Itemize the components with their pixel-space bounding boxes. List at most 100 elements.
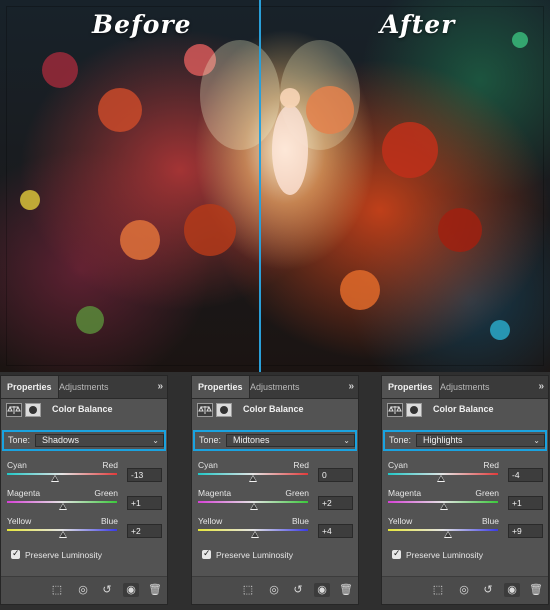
- chevron-down-icon: ⌄: [533, 436, 540, 445]
- tab-adjustments[interactable]: Adjustments: [53, 376, 115, 398]
- preserve-luminosity-checkbox[interactable]: [202, 548, 211, 559]
- adjustment-title: Color Balance: [243, 404, 304, 414]
- slider-value-field[interactable]: -13: [127, 468, 162, 482]
- slider-right-label: Green: [285, 488, 309, 498]
- tone-label: Tone:: [389, 435, 412, 445]
- tab-adjustments[interactable]: Adjustments: [244, 376, 306, 398]
- view-previous-state-icon[interactable]: ◎: [266, 583, 282, 597]
- clip-to-layer-icon[interactable]: ⬚: [430, 583, 446, 597]
- slider-value-field[interactable]: +2: [127, 524, 162, 538]
- properties-panel-midtones: Properties Adjustments » Color Balance T…: [191, 375, 359, 605]
- yellow-blue-slider[interactable]: Yellow Blue +2: [7, 516, 163, 544]
- adjustment-header: Color Balance: [6, 403, 162, 419]
- slider-right-label: Green: [94, 488, 118, 498]
- slider-thumb[interactable]: [50, 475, 59, 482]
- magenta-green-slider[interactable]: Magenta Green +2: [198, 488, 354, 516]
- panel-menu-icon[interactable]: »: [538, 376, 544, 398]
- slider-thumb[interactable]: [58, 503, 67, 510]
- cyan-red-slider[interactable]: Cyan Red -13: [7, 460, 163, 488]
- slider-right-label: Red: [102, 460, 118, 470]
- slider-value-field[interactable]: +2: [318, 496, 353, 510]
- tone-label: Tone:: [8, 435, 31, 445]
- slider-value-field[interactable]: +4: [318, 524, 353, 538]
- panel-footer: ⬚ ◎ ↺ ◉ 🗑: [382, 576, 548, 604]
- balance-scale-icon: [197, 403, 213, 417]
- preserve-luminosity-label: Preserve Luminosity: [25, 550, 103, 560]
- adjustment-title: Color Balance: [433, 404, 494, 414]
- tone-select[interactable]: Shadows ⌄: [35, 434, 164, 447]
- slider-value-field[interactable]: +1: [508, 496, 543, 510]
- tone-row: Tone: Midtones ⌄: [193, 430, 357, 451]
- comparison-divider: [259, 0, 261, 372]
- tone-select[interactable]: Midtones ⌄: [226, 434, 355, 447]
- tone-row: Tone: Highlights ⌄: [383, 430, 547, 451]
- preserve-luminosity-checkbox[interactable]: [11, 548, 20, 559]
- adjustment-title: Color Balance: [52, 404, 113, 414]
- panel-menu-icon[interactable]: »: [348, 376, 354, 398]
- view-previous-state-icon[interactable]: ◎: [456, 583, 472, 597]
- visibility-eye-icon[interactable]: ◉: [314, 583, 330, 597]
- slider-value-field[interactable]: +9: [508, 524, 543, 538]
- slider-left-label: Yellow: [198, 516, 223, 526]
- reset-icon[interactable]: ↺: [290, 583, 306, 597]
- panel-tabs: Properties Adjustments »: [192, 376, 358, 399]
- tone-value: Highlights: [423, 435, 463, 445]
- layer-mask-icon[interactable]: [216, 403, 232, 417]
- before-after-photo: Before After: [0, 0, 550, 372]
- slider-thumb[interactable]: [249, 475, 257, 482]
- tone-select[interactable]: Highlights ⌄: [416, 434, 545, 447]
- tab-properties[interactable]: Properties: [1, 376, 59, 398]
- yellow-blue-slider[interactable]: Yellow Blue +9: [388, 516, 544, 544]
- cyan-red-slider[interactable]: Cyan Red 0: [198, 460, 354, 488]
- layer-mask-icon[interactable]: [25, 403, 41, 417]
- slider-right-label: Red: [293, 460, 309, 470]
- slider-right-label: Green: [475, 488, 499, 498]
- trash-icon[interactable]: 🗑: [147, 583, 163, 597]
- tab-adjustments[interactable]: Adjustments: [434, 376, 496, 398]
- visibility-eye-icon[interactable]: ◉: [123, 583, 139, 597]
- tab-properties[interactable]: Properties: [382, 376, 440, 398]
- visibility-eye-icon[interactable]: ◉: [504, 583, 520, 597]
- slider-left-label: Magenta: [7, 488, 41, 498]
- slider-left-label: Magenta: [198, 488, 232, 498]
- clip-to-layer-icon[interactable]: ⬚: [240, 583, 256, 597]
- slider-right-label: Blue: [481, 516, 499, 526]
- preserve-luminosity-checkbox[interactable]: [392, 548, 401, 559]
- slider-thumb[interactable]: [436, 475, 445, 482]
- slider-left-label: Yellow: [388, 516, 413, 526]
- slider-right-label: Red: [483, 460, 499, 470]
- slider-thumb[interactable]: [443, 531, 452, 538]
- adjustment-header: Color Balance: [387, 403, 543, 419]
- slider-value-field[interactable]: 0: [318, 468, 353, 482]
- panel-menu-icon[interactable]: »: [157, 376, 163, 398]
- chevron-down-icon: ⌄: [343, 436, 350, 445]
- tab-properties[interactable]: Properties: [192, 376, 250, 398]
- slider-left-label: Magenta: [388, 488, 422, 498]
- reset-icon[interactable]: ↺: [99, 583, 115, 597]
- tone-row: Tone: Shadows ⌄: [2, 430, 166, 451]
- slider-right-label: Blue: [100, 516, 118, 526]
- slider-thumb[interactable]: [59, 531, 68, 538]
- preserve-luminosity-label: Preserve Luminosity: [216, 550, 294, 560]
- slider-thumb[interactable]: [250, 503, 259, 510]
- clip-to-layer-icon[interactable]: ⬚: [49, 583, 65, 597]
- tone-value: Shadows: [42, 435, 80, 445]
- reset-icon[interactable]: ↺: [480, 583, 496, 597]
- preserve-luminosity-label: Preserve Luminosity: [406, 550, 484, 560]
- trash-icon[interactable]: 🗑: [528, 583, 544, 597]
- yellow-blue-slider[interactable]: Yellow Blue +4: [198, 516, 354, 544]
- slider-value-field[interactable]: -4: [508, 468, 543, 482]
- layer-mask-icon[interactable]: [406, 403, 422, 417]
- view-previous-state-icon[interactable]: ◎: [75, 583, 91, 597]
- slider-track[interactable]: [7, 473, 117, 475]
- chevron-down-icon: ⌄: [152, 436, 159, 445]
- trash-icon[interactable]: 🗑: [338, 583, 354, 597]
- magenta-green-slider[interactable]: Magenta Green +1: [7, 488, 163, 516]
- slider-value-field[interactable]: +1: [127, 496, 162, 510]
- cyan-red-slider[interactable]: Cyan Red -4: [388, 460, 544, 488]
- slider-thumb[interactable]: [439, 503, 448, 510]
- slider-thumb[interactable]: [251, 531, 260, 538]
- properties-panel-highlights: Properties Adjustments » Color Balance T…: [381, 375, 549, 605]
- tone-value: Midtones: [233, 435, 270, 445]
- magenta-green-slider[interactable]: Magenta Green +1: [388, 488, 544, 516]
